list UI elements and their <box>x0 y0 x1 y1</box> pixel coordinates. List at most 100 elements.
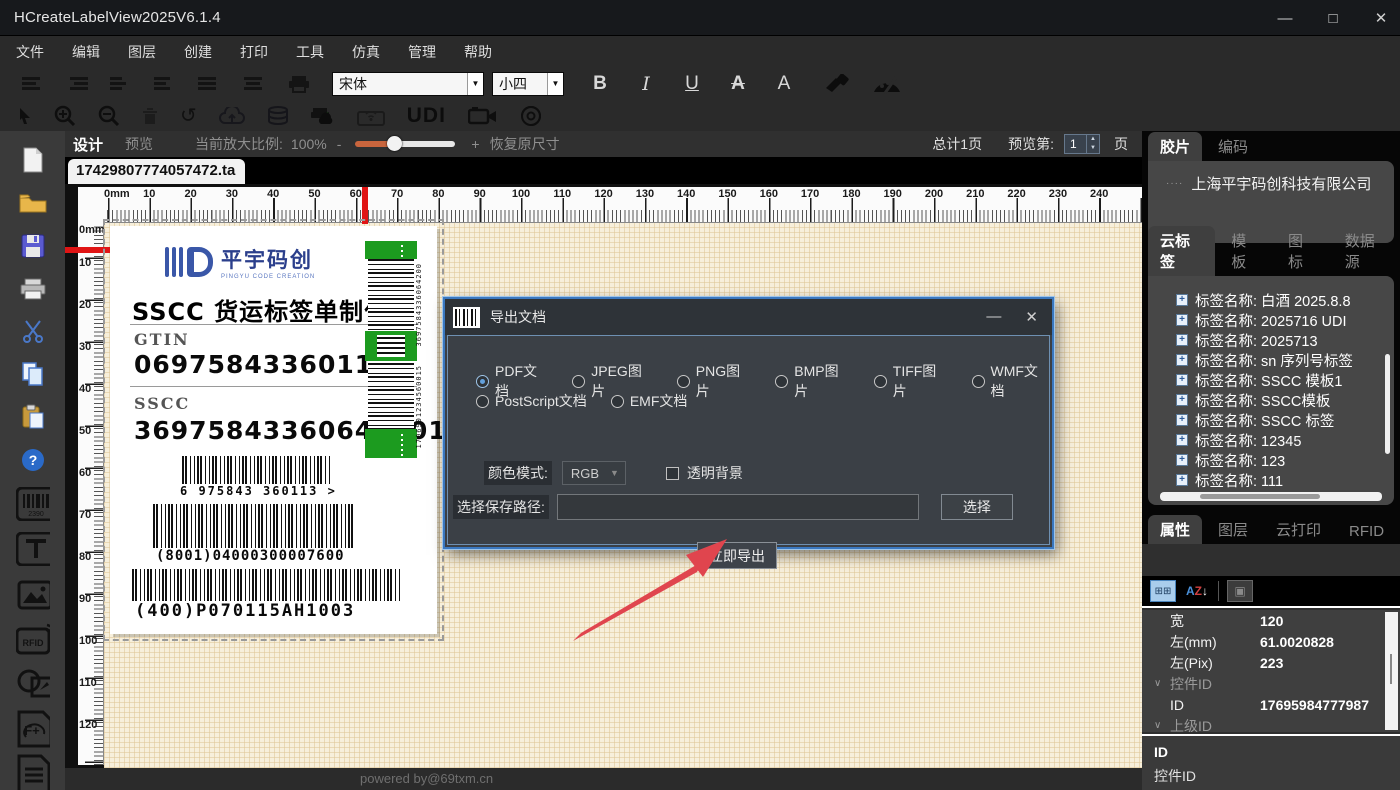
chevron-icon[interactable]: ∨ <box>1142 720 1161 731</box>
font-color-button[interactable]: A <box>774 73 794 95</box>
radio-option-2[interactable]: PNG图片 <box>676 361 752 401</box>
tab-film-1[interactable]: 编码 <box>1206 132 1260 161</box>
delete-icon[interactable] <box>142 107 158 125</box>
save-path-input[interactable] <box>556 494 919 520</box>
expand-icon[interactable]: + <box>1176 374 1188 386</box>
tab-preview[interactable]: 预览 <box>125 134 153 154</box>
label-list-item[interactable]: + 标签名称: 2025713 <box>1176 330 1394 350</box>
label-page[interactable]: 平宇码创 PINGYU CODE CREATION SSCC 货运标签单制作 G… <box>110 226 464 634</box>
expand-icon[interactable]: + <box>1176 354 1188 366</box>
underline-button[interactable]: U <box>682 73 702 95</box>
image-tool-icon[interactable] <box>16 578 50 610</box>
italic-button[interactable]: I <box>636 73 656 95</box>
label-list-item[interactable]: + 标签名称: 123 <box>1176 450 1394 470</box>
sort-az-icon[interactable]: A Z ↓ <box>1184 580 1210 602</box>
categorized-view-icon[interactable]: ⊞⊞ <box>1150 580 1176 602</box>
restore-size-button[interactable]: 恢复原尺寸 <box>490 134 560 154</box>
open-folder-icon[interactable] <box>16 188 50 218</box>
cursor-icon[interactable] <box>18 107 32 125</box>
bold-button[interactable]: B <box>590 73 610 95</box>
label-list-item[interactable]: + 标签名称: SSCC 标签 <box>1176 410 1394 430</box>
list-icon[interactable] <box>110 75 132 92</box>
property-row[interactable]: ∨ 上级ID <box>1142 715 1400 733</box>
radio-dot[interactable] <box>971 374 985 388</box>
brush-icon[interactable] <box>824 73 850 94</box>
list-vertical-scrollbar[interactable] <box>1385 354 1390 454</box>
gtin-value[interactable]: 06975843360113 <box>134 350 392 379</box>
export-now-button[interactable]: 立即导出 <box>697 542 777 569</box>
database-icon[interactable] <box>267 105 289 126</box>
sscc-label[interactable]: SSCC <box>134 394 190 413</box>
numbered-list-icon[interactable] <box>154 75 176 92</box>
zoom-in-icon[interactable] <box>54 105 76 127</box>
print-icon[interactable] <box>288 75 310 93</box>
function-tool-icon[interactable]: F+ <box>16 710 50 748</box>
dialog-title-bar[interactable]: 导出文档 — ✕ <box>445 299 1052 335</box>
justify-icon[interactable] <box>198 75 220 92</box>
wifi-device-icon[interactable] <box>356 106 385 126</box>
tab-cloud-3[interactable]: 数据源 <box>1333 226 1400 276</box>
tab-prop-0[interactable]: 属性 <box>1148 515 1203 544</box>
document-tab[interactable]: 17429807774057472.ta <box>68 159 246 184</box>
zoom-minus-button[interactable]: - <box>337 136 342 152</box>
menu-item-4[interactable]: 打印 <box>240 42 268 62</box>
transparent-bg-checkbox[interactable] <box>665 466 679 480</box>
cloud-print-icon[interactable] <box>310 106 335 126</box>
font-family-select[interactable]: 宋体 ▼ <box>332 71 484 96</box>
align-right-icon[interactable] <box>66 75 88 92</box>
document-lines-tool-icon[interactable] <box>16 754 50 790</box>
menu-item-1[interactable]: 编辑 <box>72 42 100 62</box>
tab-cloud-0[interactable]: 云标签 <box>1148 226 1216 276</box>
page-number-spinner[interactable]: 1 ▲ ▼ <box>1064 134 1100 154</box>
new-document-icon[interactable] <box>16 145 50 175</box>
radio-dot[interactable] <box>873 374 887 388</box>
property-row[interactable]: 左(Pix) 223 <box>1142 652 1400 673</box>
radio-option-6[interactable]: PostScript文档 <box>476 391 587 411</box>
expand-icon[interactable]: + <box>1176 474 1188 486</box>
close-button[interactable]: ✕ <box>1370 9 1392 27</box>
menu-item-2[interactable]: 图层 <box>128 42 156 62</box>
copy-icon[interactable] <box>16 359 50 389</box>
gs1-128-barcode-2[interactable] <box>132 569 400 601</box>
radio-option-5[interactable]: WMF文档 <box>971 361 1049 401</box>
chevron-down-icon[interactable]: ▼ <box>467 72 483 95</box>
maximize-button[interactable]: □ <box>1322 10 1344 27</box>
property-row[interactable]: ID 17695984777987 <box>1142 694 1400 715</box>
expand-icon[interactable]: + <box>1176 294 1188 306</box>
ean13-barcode[interactable] <box>182 456 330 484</box>
menu-item-3[interactable]: 创建 <box>184 42 212 62</box>
rfid-tool-icon[interactable]: RFID <box>15 623 50 655</box>
help-icon[interactable]: ? <box>16 445 50 475</box>
gs1-128-barcode-1[interactable] <box>153 504 353 548</box>
property-scrollbar[interactable] <box>1385 612 1398 730</box>
expand-icon[interactable]: + <box>1176 314 1188 326</box>
list-horizontal-scrollbar[interactable] <box>1160 492 1382 501</box>
radio-option-3[interactable]: BMP图片 <box>775 361 850 401</box>
expand-icon[interactable]: + <box>1176 334 1188 346</box>
tab-prop-3[interactable]: RFID <box>1337 519 1396 544</box>
radio-dot[interactable] <box>572 374 586 388</box>
radio-dot[interactable] <box>610 394 624 408</box>
expand-icon[interactable]: + <box>1176 394 1188 406</box>
label-list-item[interactable]: + 标签名称: 2025716 UDI <box>1176 310 1394 330</box>
label-list-item[interactable]: + 标签名称: 111 <box>1176 470 1394 490</box>
zoom-slider-thumb[interactable] <box>387 136 403 151</box>
camera-icon[interactable] <box>467 106 498 126</box>
save-icon[interactable] <box>16 231 50 261</box>
spinner-up-icon[interactable]: ▲ <box>1087 135 1099 144</box>
browse-button[interactable]: 选择 <box>940 494 1013 520</box>
property-row[interactable]: 左(mm) 61.0020828 <box>1142 631 1400 652</box>
vertical-barcode[interactable]: 3697584336064200 1706901234560015 <box>365 241 423 458</box>
property-row[interactable]: 宽 120 <box>1142 610 1400 631</box>
tab-cloud-2[interactable]: 图标 <box>1276 226 1329 276</box>
radio-dot[interactable] <box>775 374 789 388</box>
expand-icon[interactable]: + <box>1176 434 1188 446</box>
expand-icon[interactable]: + <box>1176 454 1188 466</box>
spinner-down-icon[interactable]: ▼ <box>1087 144 1099 153</box>
tab-design[interactable]: 设计 <box>73 134 103 155</box>
font-size-select[interactable]: 小四 ▼ <box>492 71 564 96</box>
tab-prop-2[interactable]: 云打印 <box>1264 515 1333 544</box>
property-row[interactable]: ∨ 控件ID <box>1142 673 1400 694</box>
radio-option-7[interactable]: EMF文档 <box>610 391 687 411</box>
menu-item-7[interactable]: 管理 <box>408 42 436 62</box>
